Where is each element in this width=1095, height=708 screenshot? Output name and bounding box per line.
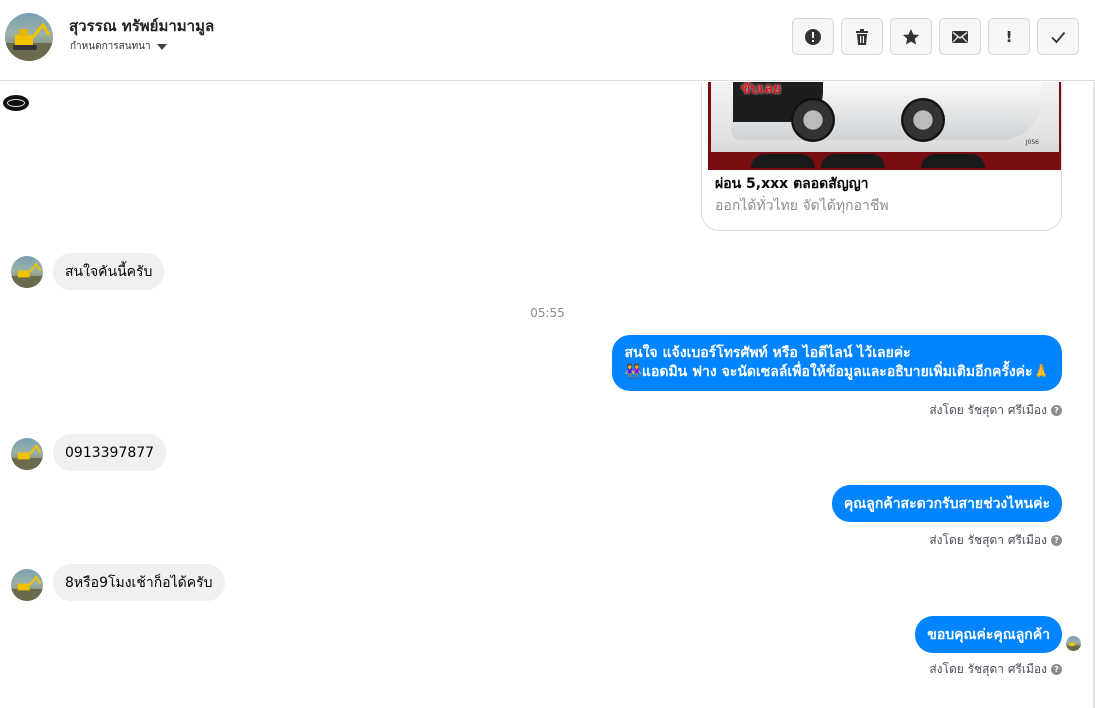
alert-circle-icon [805, 28, 821, 45]
sent-by-label: ส่งโดย รัชสุดา ศรีเมือง ? [929, 531, 1062, 550]
outgoing-message[interactable]: ขอบคุณค่ะคุณลูกค้า [915, 616, 1062, 653]
sender-name: ส่งโดย รัชสุดา ศรีเมือง [929, 533, 1047, 547]
incoming-message[interactable]: สนใจคันนี้ครับ [53, 253, 165, 290]
trash-icon [856, 28, 868, 45]
outgoing-message[interactable]: คุณลูกค้าสะดวกรับสายช่วงไหนค่ะ [831, 485, 1062, 522]
contact-avatar-small[interactable] [11, 438, 43, 470]
contact-name: สุวรรณ ทรัพย์มามามูล [69, 17, 215, 35]
spam-button[interactable]: ! [988, 18, 1030, 55]
checkmark-icon [1051, 31, 1066, 43]
product-image: ขับเลย J056 [708, 82, 1061, 170]
schedule-label: กำหนดการสนทนา [70, 41, 151, 52]
excavator-photo-icon [1066, 642, 1081, 651]
header-actions: ! [792, 18, 1079, 55]
card-description: ออกได้ทั่วไทย จัดได้ทุกอาชีพ [715, 198, 889, 214]
report-button[interactable] [792, 18, 834, 55]
card-title: ผ่อน 5,xxx ตลอดสัญญา [715, 176, 869, 192]
sender-name: ส่งโดย รัชสุดา ศรีเมือง [929, 403, 1047, 417]
help-icon[interactable]: ? [1051, 535, 1062, 546]
seen-by-avatar [1066, 636, 1081, 651]
mark-done-button[interactable] [1037, 18, 1079, 55]
message-timestamp: 05:55 [530, 306, 565, 320]
excavator-photo-icon [5, 22, 53, 61]
conversation-schedule-dropdown[interactable]: กำหนดการสนทนา [70, 39, 167, 54]
contact-avatar-small[interactable] [11, 256, 43, 288]
star-button[interactable] [890, 18, 932, 55]
message-line: 👭แอดมิน ฟาง จะนัดเซลล์เพื่อให้ข้อมูลและอ… [624, 364, 1050, 380]
message-thread[interactable]: ขับเลย J056 ผ่อน 5,xxx ตลอดสัญญา ออกได้ท… [0, 82, 1095, 708]
incoming-message[interactable]: 8หรือ9โมงเช้าก็อได้ครับ [53, 564, 225, 601]
outgoing-message[interactable]: สนใจ แจ้งเบอร์โทรศัพท์ หรือ ไอดีไลน์ ไว้… [612, 335, 1062, 391]
message-line: สนใจ แจ้งเบอร์โทรศัพท์ หรือ ไอดีไลน์ ไว้… [624, 345, 911, 361]
mark-unread-button[interactable] [939, 18, 981, 55]
contact-avatar-small[interactable] [11, 569, 43, 601]
image-code: J056 [1025, 139, 1039, 146]
incoming-message[interactable]: 0913397877 [53, 434, 167, 471]
excavator-photo-icon [11, 444, 43, 470]
promo-image-text: ขับเลย [741, 82, 782, 97]
exclamation-icon: ! [1005, 27, 1013, 46]
excavator-photo-icon [11, 262, 43, 288]
excavator-photo-icon [11, 575, 43, 601]
page-logo-icon [3, 95, 29, 111]
caret-down-icon [156, 43, 167, 50]
star-icon [903, 28, 919, 44]
delete-button[interactable] [841, 18, 883, 55]
conversation-header: สุวรรณ ทรัพย์มามามูล กำหนดการสนทนา ! [0, 0, 1095, 81]
help-icon[interactable]: ? [1051, 405, 1062, 416]
contact-avatar[interactable] [5, 13, 53, 61]
help-icon[interactable]: ? [1051, 664, 1062, 675]
envelope-icon [952, 30, 968, 43]
sender-name: ส่งโดย รัชสุดา ศรีเมือง [929, 662, 1047, 676]
sent-by-label: ส่งโดย รัชสุดา ศรีเมือง ? [929, 401, 1062, 420]
sent-by-label: ส่งโดย รัชสุดา ศรีเมือง ? [929, 660, 1062, 679]
shared-product-card[interactable]: ขับเลย J056 ผ่อน 5,xxx ตลอดสัญญา ออกได้ท… [701, 82, 1062, 231]
